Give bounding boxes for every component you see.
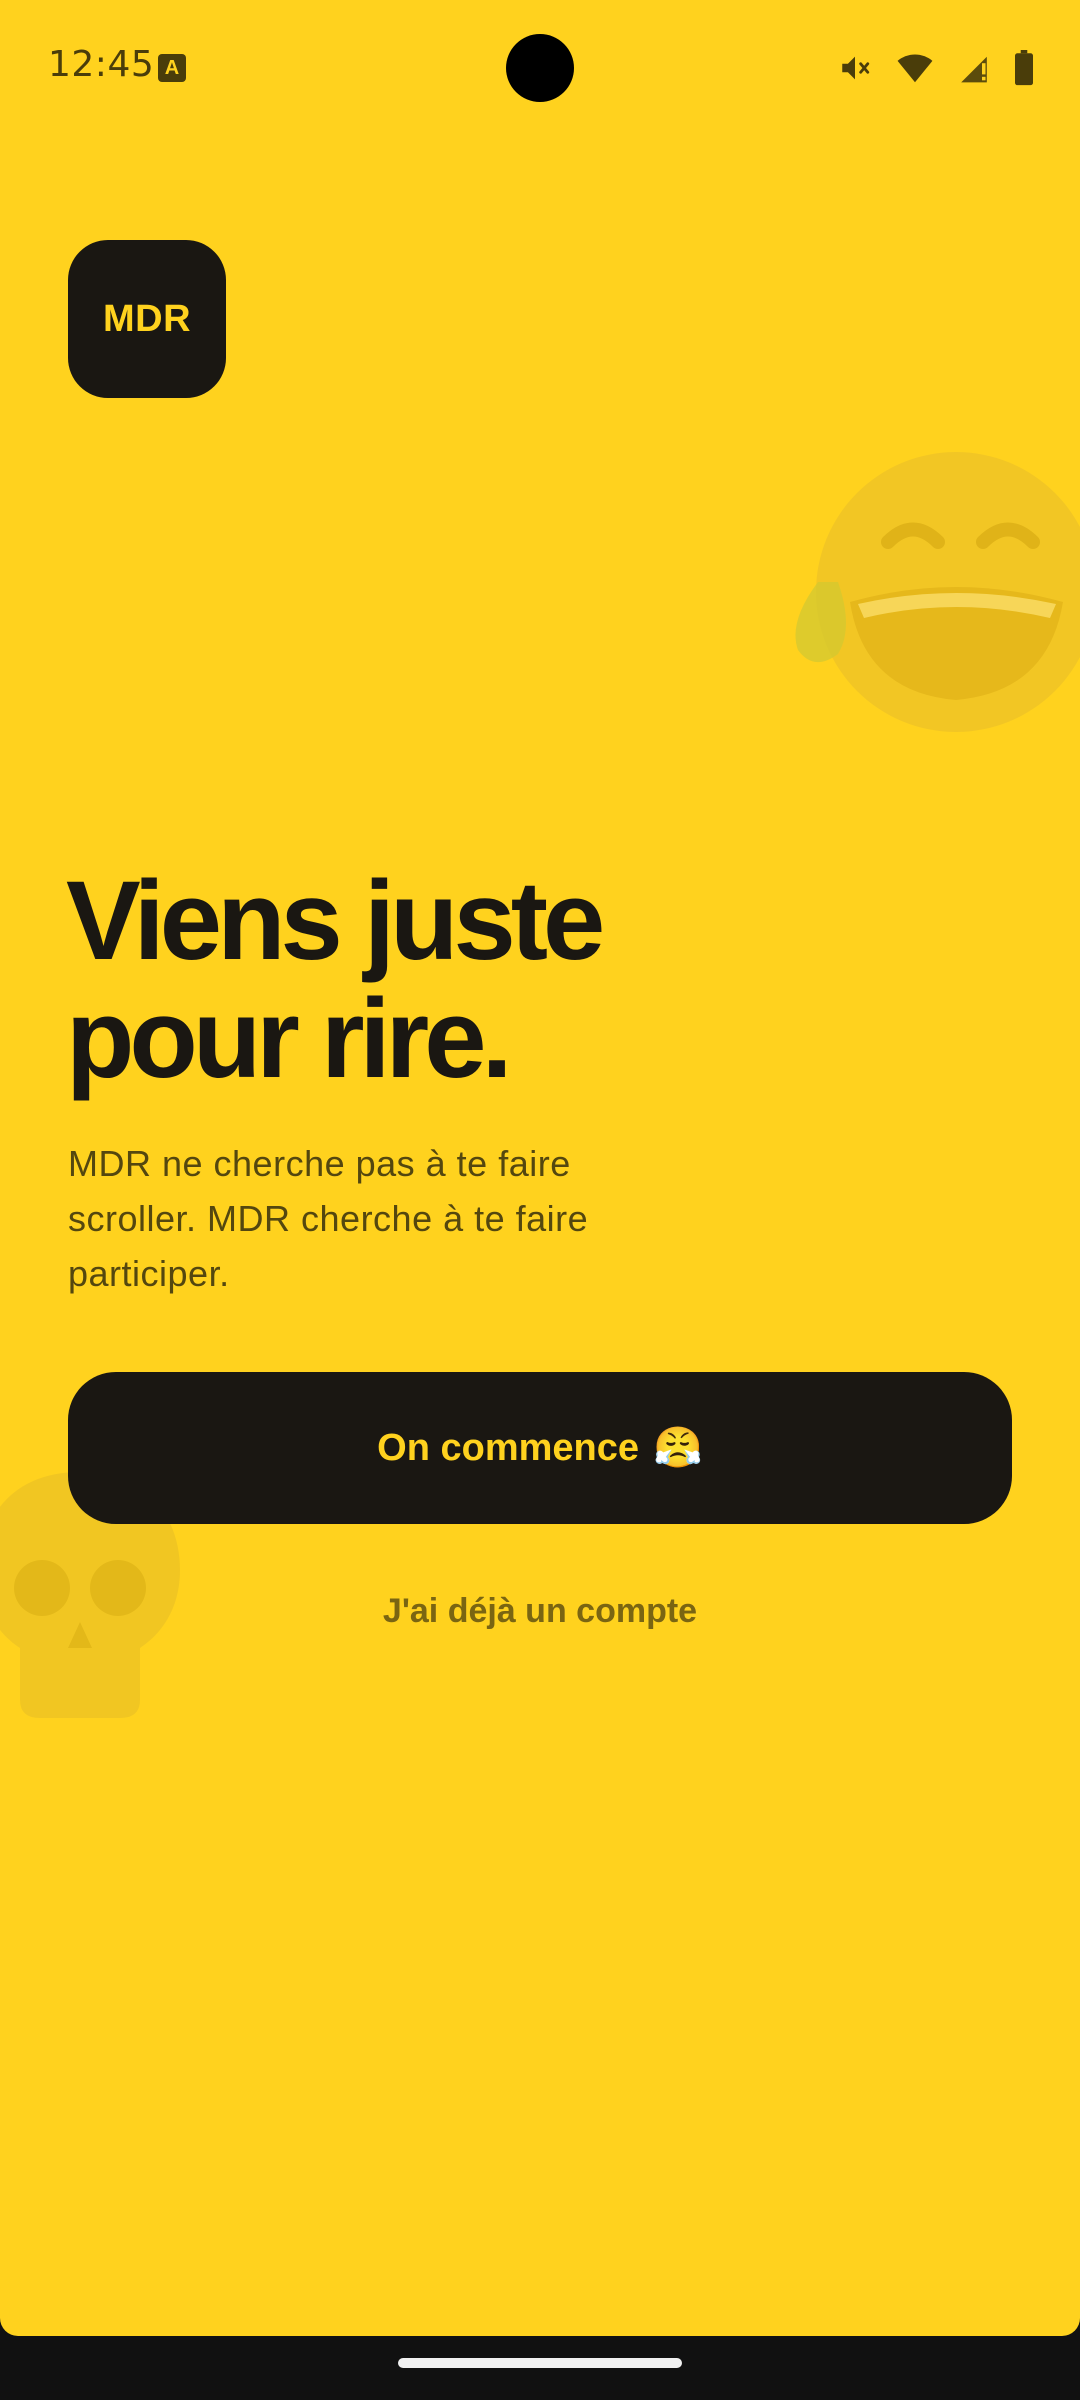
welcome-screen: 12:45 A MDR Viens juste pour rire. MDR n… (0, 0, 1080, 2336)
laughing-tears-emoji-icon (795, 452, 1080, 732)
gesture-nav-bar (0, 2336, 1080, 2400)
start-button-label: On commence (377, 1426, 640, 1469)
status-time: 12:45 (48, 44, 155, 85)
subtitle: MDR ne cherche pas à te faire scroller. … (68, 1143, 589, 1294)
mute-icon (838, 51, 872, 85)
existing-account-link[interactable]: J'ai déjà un compte (0, 1592, 1080, 1631)
start-button[interactable]: On commence 😤 (68, 1372, 1012, 1524)
status-bar: 12:45 A (0, 0, 1080, 136)
app-logo-text: MDR (102, 297, 192, 340)
battery-icon (1014, 50, 1034, 86)
app-logo: MDR (68, 240, 226, 398)
home-indicator[interactable] (398, 2358, 682, 2368)
camera-cutout (506, 34, 574, 102)
status-icons (838, 48, 1034, 88)
headline-line-1: Viens juste (66, 858, 605, 983)
headline-line-2: pour rire. (66, 976, 513, 1101)
signal-icon (958, 52, 990, 84)
steam-nose-emoji-icon: 😤 (653, 1426, 703, 1470)
headline: Viens juste pour rire. (66, 862, 826, 1098)
wifi-icon (896, 52, 934, 84)
a-icon: A (158, 54, 186, 82)
